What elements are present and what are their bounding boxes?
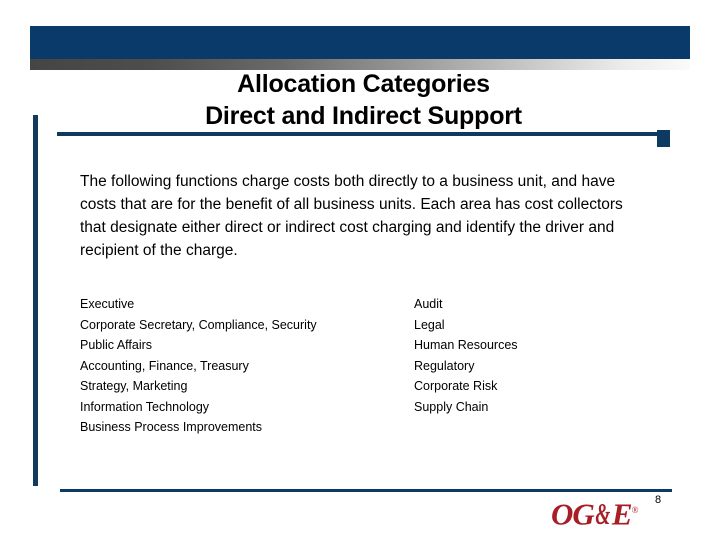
list-item: Business Process Improvements [80,420,263,434]
list-item: Audit [414,297,443,311]
function-list-left: Executive Corporate Secretary, Complianc… [80,294,410,438]
list-item: Strategy, Marketing [80,379,188,393]
function-lists: Executive Corporate Secretary, Complianc… [80,294,660,444]
oge-logo-part2: E [611,496,633,532]
registered-trademark-icon: ® [631,505,639,515]
oge-logo-ampersand: & [595,496,610,532]
oge-logo-part1: OG [551,496,595,532]
accent-square [657,130,670,147]
function-list-left-items: Executive Corporate Secretary, Complianc… [80,294,410,438]
divider-left-vertical [33,115,38,486]
page-title-line-1: Allocation Categories [237,70,490,98]
page-title-line-2: Direct and Indirect Support [205,102,522,130]
header-banner-blue [30,26,690,59]
body-paragraph: The following functions charge costs bot… [80,172,623,259]
list-item: Supply Chain [414,399,489,414]
divider-bottom [60,489,672,492]
list-item: Public Affairs [80,338,153,352]
oge-logo: OG&E® [551,495,639,532]
list-item: Executive [80,297,135,311]
divider-top [57,132,670,136]
list-item: Human Resources [414,338,518,352]
list-item: Information Technology [80,399,210,414]
list-item: Regulatory [414,358,475,373]
list-item: Corporate Risk [414,379,498,393]
list-item: Legal [414,317,445,332]
function-list-right: Audit Legal Human Resources Regulatory C… [414,294,654,417]
list-item: Corporate Secretary, Compliance, Securit… [80,317,317,332]
page-number: 8 [655,494,662,506]
list-item: Accounting, Finance, Treasury [80,358,249,373]
function-list-right-items: Audit Legal Human Resources Regulatory C… [414,294,654,417]
page-title: Allocation Categories Direct and Indirec… [57,68,670,132]
slide: Allocation Categories Direct and Indirec… [0,0,720,540]
